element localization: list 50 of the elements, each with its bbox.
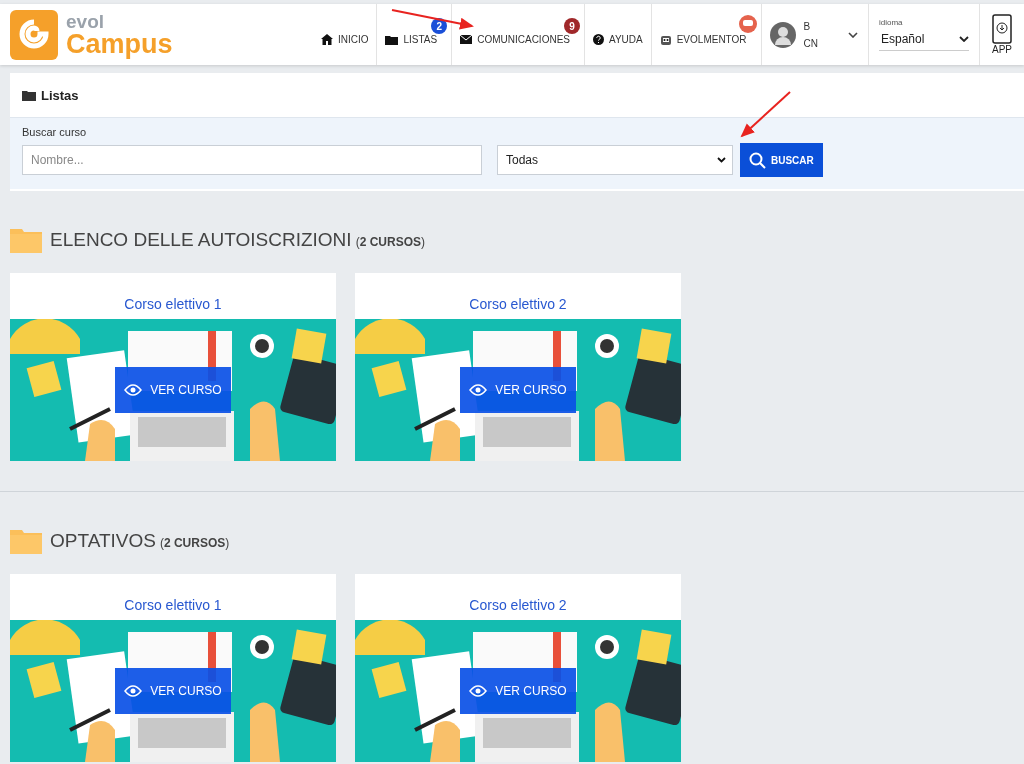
nav-link[interactable]: EVOLMENTOR bbox=[651, 4, 762, 65]
language-select[interactable]: Español bbox=[879, 29, 969, 51]
search-icon bbox=[749, 151, 766, 169]
folder-icon bbox=[10, 528, 42, 554]
section-title: ELENCO DELLE AUTOISCRIZIONI bbox=[50, 229, 352, 251]
logo-icon bbox=[10, 9, 58, 60]
app-download-button[interactable]: APP bbox=[980, 4, 1024, 65]
search-label: Buscar curso bbox=[22, 126, 88, 138]
annotation-arrow bbox=[740, 91, 791, 138]
envelope-icon bbox=[460, 35, 473, 44]
folder-icon bbox=[22, 89, 36, 101]
nav-link[interactable]: COMUNICACIONES 9 bbox=[452, 4, 585, 65]
course-count: (2 CURSOS) bbox=[159, 536, 230, 550]
help-icon bbox=[593, 34, 604, 45]
robot-icon bbox=[659, 33, 672, 46]
chevron-down-icon bbox=[717, 157, 726, 163]
view-course-button[interactable]: VER CURSO bbox=[460, 668, 576, 714]
course-count: (2 CURSOS) bbox=[355, 235, 425, 249]
logo-text: Campus bbox=[66, 30, 173, 58]
phone-download-icon bbox=[992, 14, 1012, 44]
view-course-button[interactable]: VER CURSO bbox=[115, 367, 231, 413]
view-course-button[interactable]: VER CURSO bbox=[460, 367, 576, 413]
section-title: OPTATIVOS bbox=[50, 530, 156, 552]
search-button[interactable]: BUSCAR bbox=[740, 143, 823, 177]
course-title-link[interactable]: Corso elettivo 2 bbox=[355, 273, 681, 319]
avatar-icon bbox=[769, 21, 796, 48]
nav-link[interactable]: AYUDA bbox=[585, 4, 652, 65]
nav-link[interactable]: LISTAS 2 bbox=[377, 4, 453, 65]
user-name: B bbox=[803, 20, 812, 32]
eye-icon bbox=[124, 384, 143, 396]
nav-link[interactable]: INICIO bbox=[312, 4, 378, 65]
eye-icon bbox=[469, 384, 488, 396]
home-icon bbox=[320, 34, 333, 45]
folder-icon bbox=[385, 34, 399, 45]
chevron-down-icon bbox=[959, 36, 969, 42]
language-label: idioma bbox=[879, 18, 904, 27]
eye-icon bbox=[469, 685, 488, 697]
name-input-field[interactable]: Nombre... bbox=[22, 145, 482, 175]
chevron-down-icon[interactable] bbox=[848, 31, 858, 38]
panel-title: Listas bbox=[41, 87, 79, 103]
user-name: CN bbox=[803, 37, 818, 49]
folder-icon bbox=[10, 227, 42, 253]
logo-text: evol bbox=[66, 11, 106, 31]
course-title-link[interactable]: Corso elettivo 1 bbox=[10, 574, 336, 620]
eye-icon bbox=[124, 685, 143, 697]
course-title-link[interactable]: Corso elettivo 1 bbox=[10, 273, 336, 319]
filter-select[interactable]: Todas bbox=[497, 145, 733, 175]
course-title-link[interactable]: Corso elettivo 2 bbox=[355, 574, 681, 620]
count-badge: 9 bbox=[564, 18, 580, 34]
view-course-button[interactable]: VER CURSO bbox=[115, 668, 231, 714]
